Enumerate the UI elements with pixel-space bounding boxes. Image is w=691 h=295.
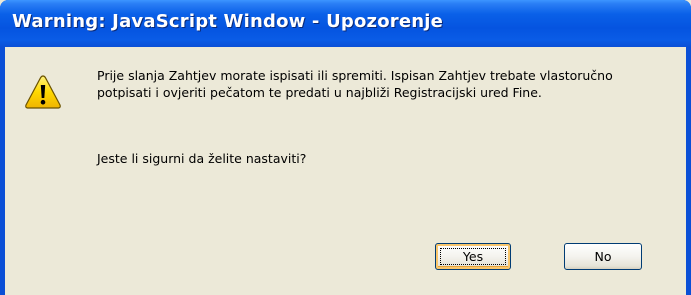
title-bar[interactable]: Warning: JavaScript Window - Upozorenje xyxy=(0,0,691,47)
dialog-message: Prije slanja Zahtjev morate ispisati ili… xyxy=(97,68,613,100)
no-button-label: No xyxy=(594,249,612,264)
warning-icon xyxy=(25,75,61,109)
dialog-question: Jeste li sigurni da želite nastaviti? xyxy=(97,151,307,166)
window-title: Warning: JavaScript Window - Upozorenje xyxy=(12,11,444,32)
yes-button[interactable]: Yes xyxy=(435,243,511,270)
dialog-body: Prije slanja Zahtjev morate ispisati ili… xyxy=(5,47,686,295)
dialog-window: Warning: JavaScript Window - Upozorenje … xyxy=(0,0,691,295)
no-button[interactable]: No xyxy=(564,243,642,270)
focus-rectangle xyxy=(440,248,506,265)
